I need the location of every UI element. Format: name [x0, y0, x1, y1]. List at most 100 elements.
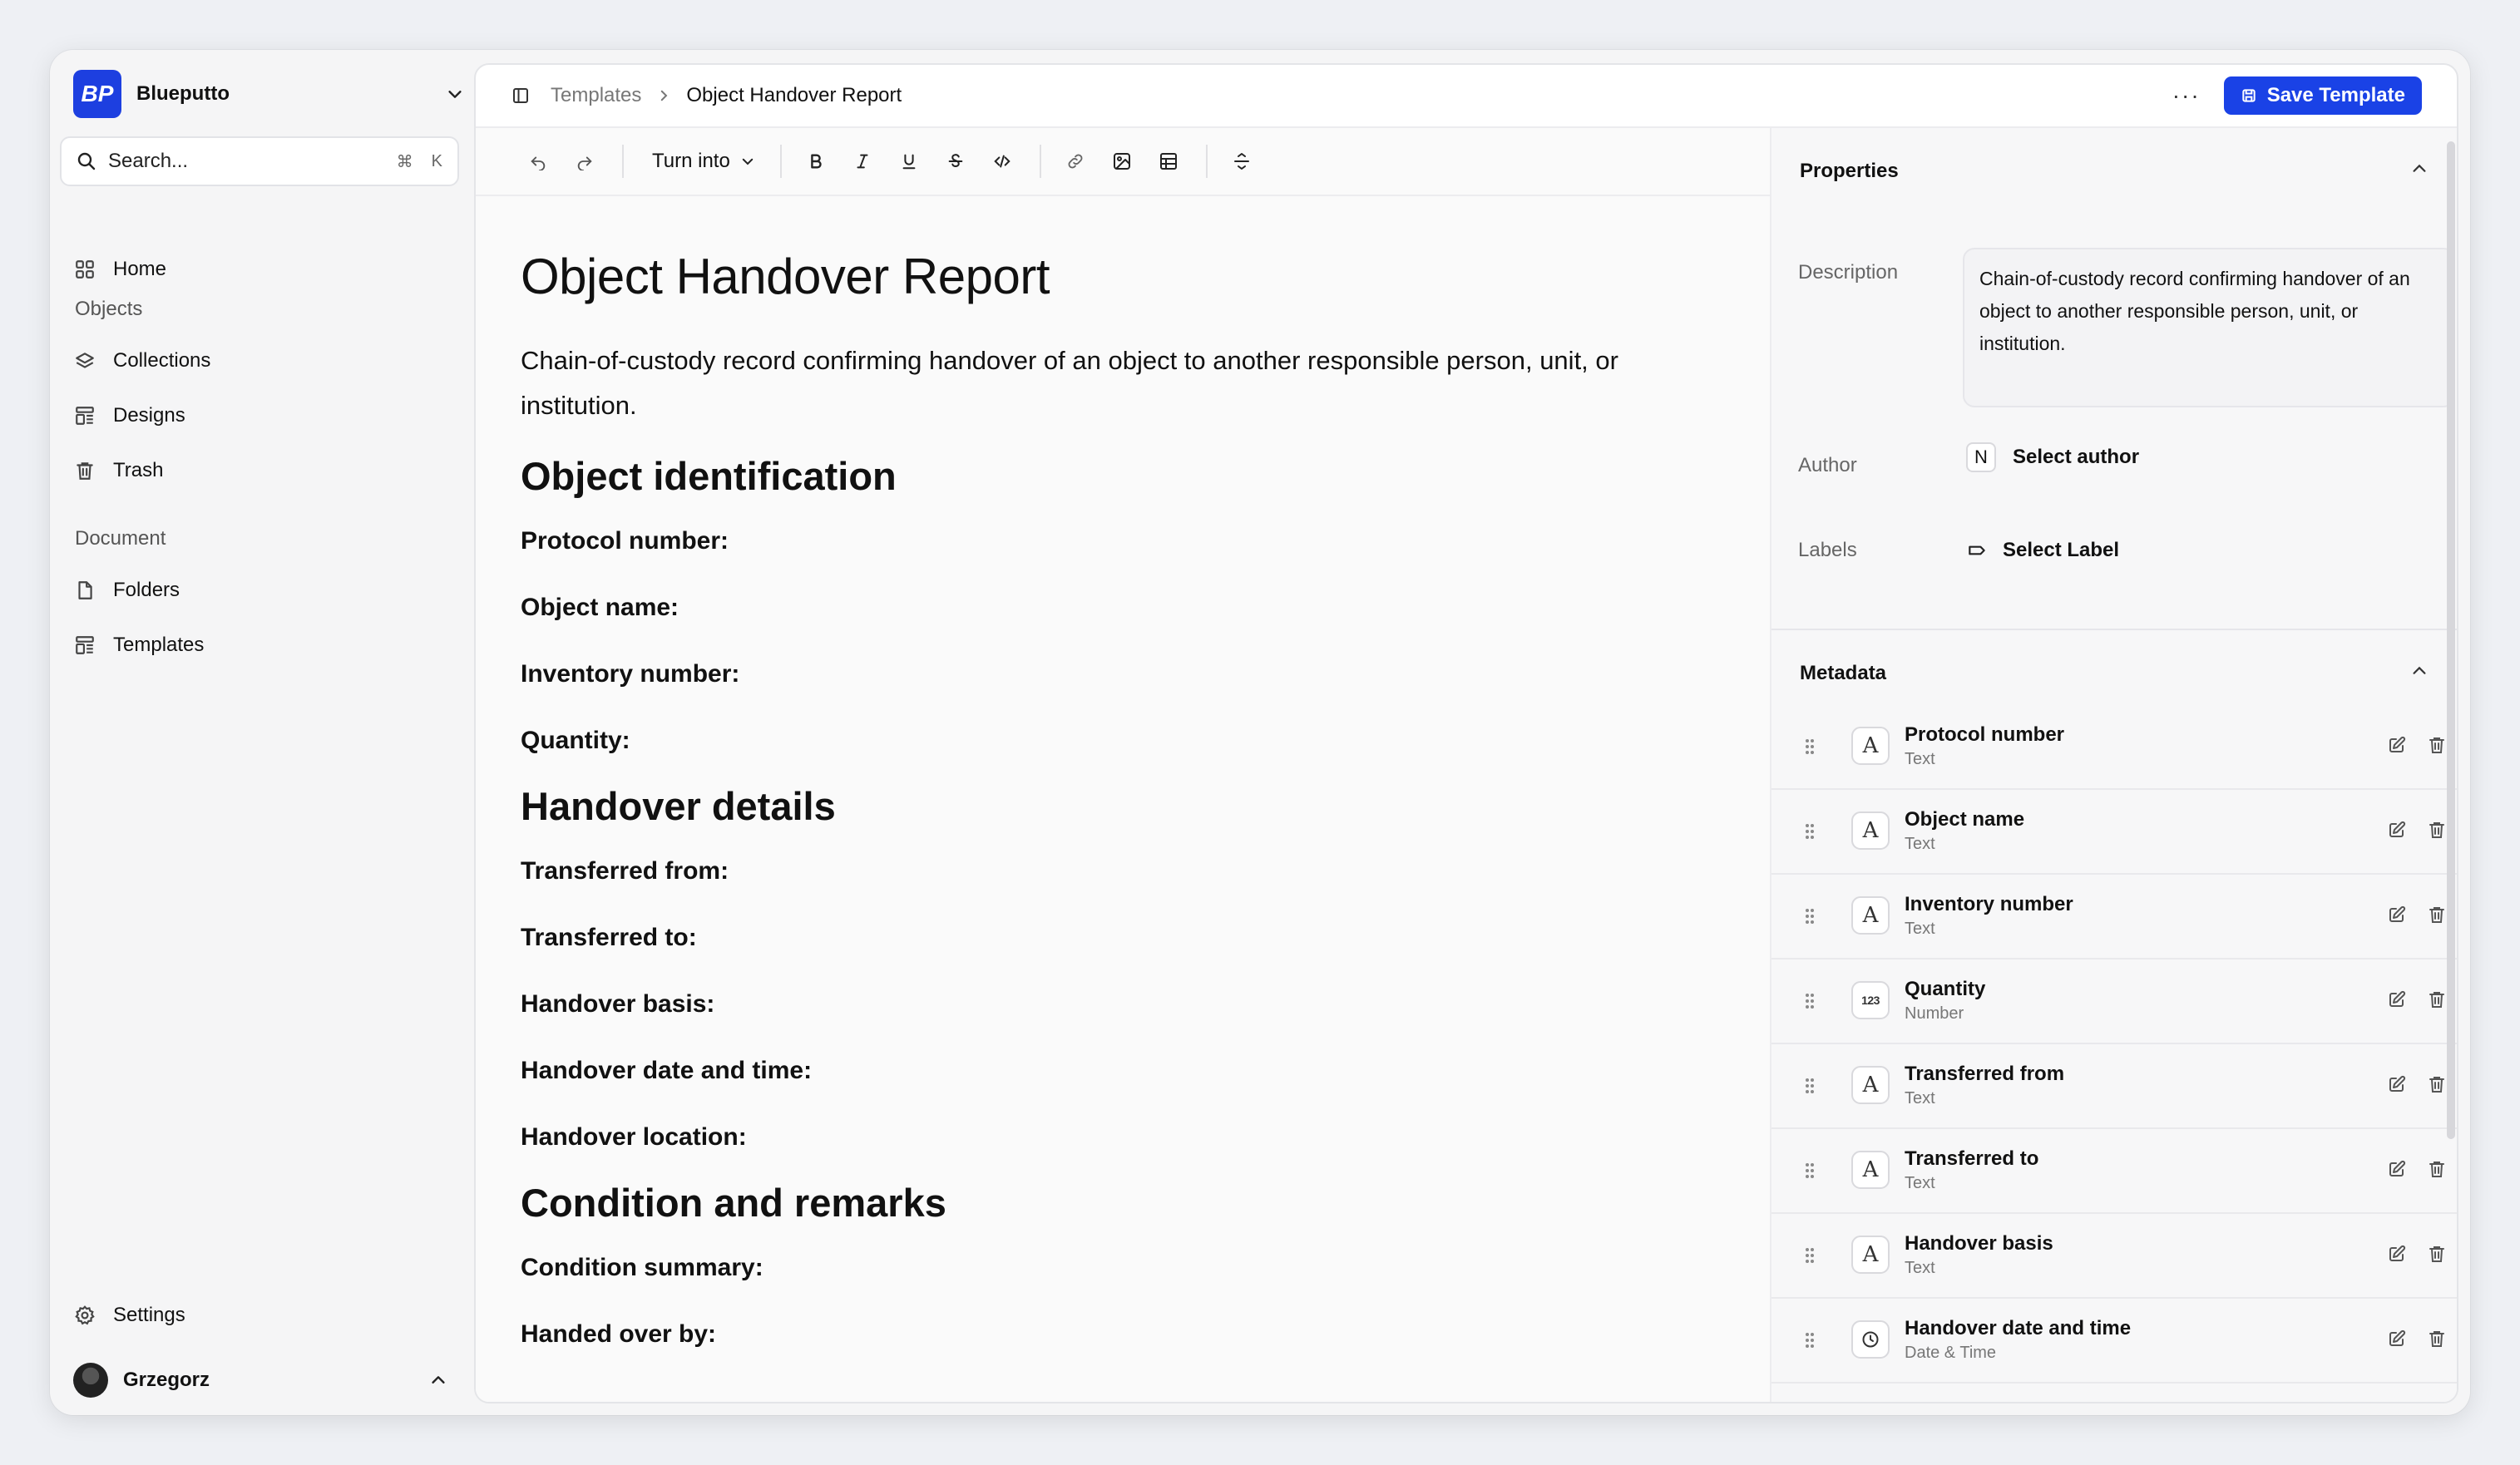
label-select[interactable]: Select Label — [1966, 539, 2119, 562]
document-description[interactable]: Chain-of-custody record confirming hando… — [521, 338, 1735, 428]
trash-icon[interactable] — [2427, 1244, 2447, 1264]
sidebar-item-label: Home — [113, 258, 167, 280]
table-button[interactable] — [1151, 144, 1186, 179]
search-input[interactable]: Search... ⌘ K — [60, 136, 459, 186]
sidebar-item-home[interactable]: Home — [73, 246, 456, 293]
link-button[interactable] — [1058, 144, 1093, 179]
edit-icon[interactable] — [2387, 1159, 2407, 1179]
metadata-type: Text — [1905, 1089, 1935, 1107]
underline-button[interactable] — [892, 144, 926, 179]
edit-icon[interactable] — [2387, 905, 2407, 925]
author-select[interactable]: N Select author — [1966, 442, 2139, 472]
drag-handle-icon[interactable] — [1803, 1076, 1816, 1096]
drag-handle-icon[interactable] — [1803, 991, 1816, 1011]
author-label: Author — [1798, 454, 1857, 476]
field-label[interactable]: Quantity: — [521, 727, 1735, 758]
document-body[interactable]: Object Handover Report Chain-of-custody … — [521, 196, 1735, 1352]
more-options-button[interactable]: ··· — [2172, 82, 2201, 109]
strikethrough-button[interactable] — [938, 144, 973, 179]
edit-icon[interactable] — [2387, 989, 2407, 1009]
trash-icon[interactable] — [2427, 735, 2447, 755]
drag-handle-icon[interactable] — [1803, 1245, 1816, 1265]
panel-divider — [1771, 629, 2457, 630]
drag-handle-icon[interactable] — [1803, 1161, 1816, 1181]
redo-button[interactable] — [567, 144, 602, 179]
drag-handle-icon[interactable] — [1803, 906, 1816, 926]
workspace-switcher[interactable]: BP Blueputto — [73, 67, 464, 121]
code-button[interactable] — [985, 144, 1020, 179]
sidebar-item-folders[interactable]: Folders — [73, 567, 456, 614]
avatar — [73, 1363, 108, 1398]
sidebar-item-designs[interactable]: Designs — [73, 392, 456, 439]
edit-icon[interactable] — [2387, 735, 2407, 755]
metadata-row[interactable]: A Handover basis Text — [1771, 1214, 2457, 1299]
field-label[interactable]: Handover date and time: — [521, 1057, 1735, 1088]
chevron-right-icon — [661, 90, 668, 101]
drag-handle-icon[interactable] — [1803, 737, 1816, 757]
trash-icon — [73, 459, 96, 482]
field-label[interactable]: Handover location: — [521, 1123, 1735, 1155]
field-label[interactable]: Transferred from: — [521, 857, 1735, 889]
section-heading[interactable]: Condition and remarks — [521, 1180, 1735, 1226]
sidebar-item-collections[interactable]: Collections — [73, 338, 456, 384]
sidebar-item-trash[interactable]: Trash — [73, 447, 456, 494]
drag-handle-icon[interactable] — [1803, 821, 1816, 841]
field-label[interactable]: Condition summary: — [521, 1254, 1735, 1285]
trash-icon[interactable] — [2427, 1074, 2447, 1094]
metadata-type: Number — [1905, 1004, 1964, 1023]
description-field[interactable]: Chain-of-custody record confirming hando… — [1963, 248, 2455, 407]
divider-insert-button[interactable] — [1224, 144, 1259, 179]
layout-icon — [73, 404, 96, 427]
layers-icon — [73, 349, 96, 372]
section-heading[interactable]: Handover details — [521, 783, 1735, 829]
trash-icon[interactable] — [2427, 1329, 2447, 1349]
metadata-row[interactable]: A Object name Text — [1771, 790, 2457, 875]
field-label[interactable]: Handover basis: — [521, 990, 1735, 1022]
edit-icon[interactable] — [2387, 1244, 2407, 1264]
edit-icon[interactable] — [2387, 1074, 2407, 1094]
text-type-icon: A — [1851, 896, 1890, 935]
trash-icon[interactable] — [2427, 989, 2447, 1009]
workspace-logo: BP — [73, 70, 121, 118]
trash-icon[interactable] — [2427, 1159, 2447, 1179]
trash-icon[interactable] — [2427, 820, 2447, 840]
trash-icon[interactable] — [2427, 905, 2447, 925]
field-label[interactable]: Object name: — [521, 594, 1735, 625]
metadata-row[interactable]: A Inventory number Text — [1771, 875, 2457, 959]
sidebar-item-settings[interactable]: Settings — [73, 1292, 456, 1339]
turn-into-label: Turn into — [652, 150, 730, 172]
bold-button[interactable] — [798, 144, 833, 179]
field-label[interactable]: Inventory number: — [521, 660, 1735, 692]
drag-handle-icon[interactable] — [1803, 1330, 1816, 1350]
panel-scrollbar[interactable] — [2445, 128, 2457, 1156]
field-label[interactable]: Handed over by: — [521, 1320, 1735, 1352]
document-title[interactable]: Object Handover Report — [521, 248, 1735, 305]
edit-icon[interactable] — [2387, 820, 2407, 840]
metadata-name: Transferred to — [1905, 1147, 2039, 1170]
italic-button[interactable] — [845, 144, 880, 179]
edit-icon[interactable] — [2387, 1329, 2407, 1349]
metadata-row[interactable]: A Transferred to Text — [1771, 1129, 2457, 1214]
metadata-row[interactable]: Handover date and time Date & Time — [1771, 1299, 2457, 1384]
chevron-up-icon[interactable] — [2410, 160, 2429, 178]
description-label: Description — [1798, 261, 1899, 284]
scrollbar-thumb[interactable] — [2447, 141, 2455, 1139]
breadcrumb-parent[interactable]: Templates — [551, 84, 641, 107]
file-icon — [73, 579, 96, 602]
metadata-row[interactable]: A Transferred from Text — [1771, 1044, 2457, 1129]
number-type-icon: 123 — [1851, 981, 1890, 1019]
metadata-row[interactable]: 123 Quantity Number — [1771, 959, 2457, 1044]
turn-into-dropdown[interactable]: Turn into — [652, 150, 755, 173]
chevron-down-icon — [742, 158, 754, 165]
field-label[interactable]: Protocol number: — [521, 527, 1735, 559]
field-label[interactable]: Transferred to: — [521, 924, 1735, 955]
save-template-button[interactable]: Save Template — [2223, 76, 2422, 115]
undo-button[interactable] — [521, 144, 556, 179]
sidebar-item-templates[interactable]: Templates — [73, 622, 456, 668]
user-menu[interactable]: Grzegorz — [73, 1357, 456, 1403]
section-heading[interactable]: Object identification — [521, 453, 1735, 499]
chevron-up-icon[interactable] — [2410, 662, 2429, 680]
sidebar-toggle-icon[interactable] — [511, 86, 531, 106]
image-button[interactable] — [1104, 144, 1139, 179]
metadata-row[interactable]: A Protocol number Text — [1771, 705, 2457, 790]
